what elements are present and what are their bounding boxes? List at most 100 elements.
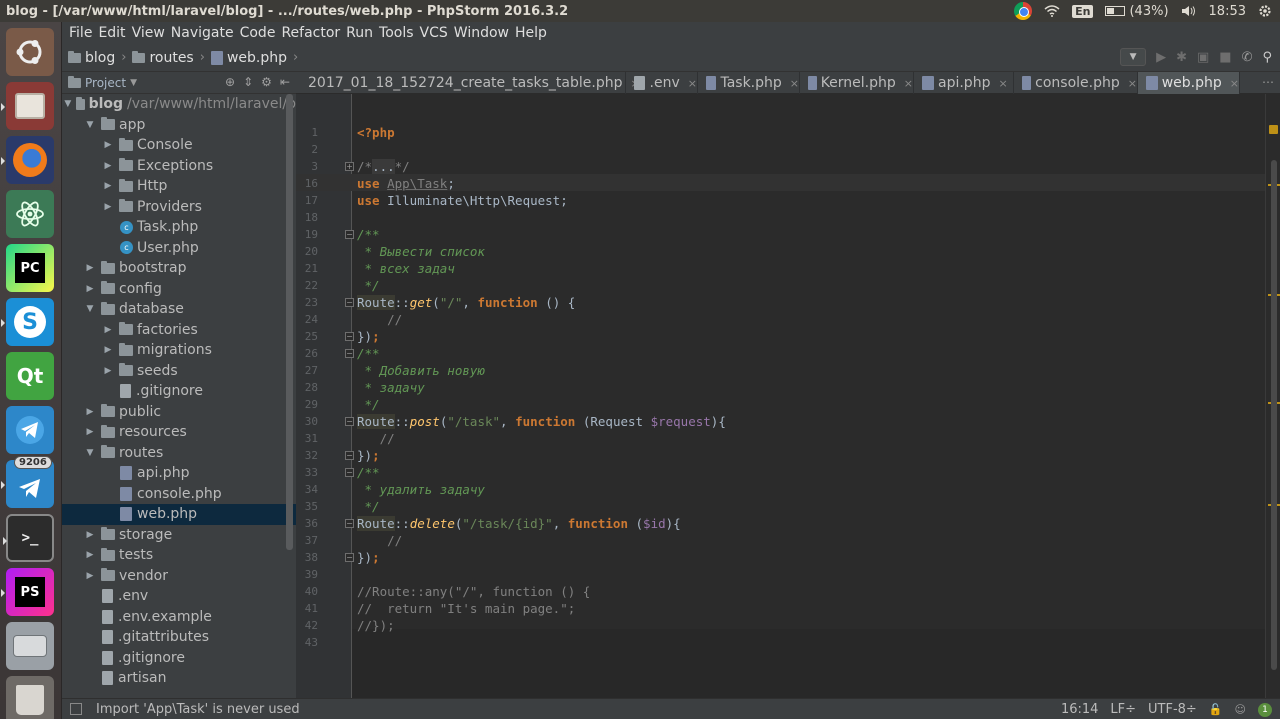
status-message[interactable]: Import 'App\Task' is never used — [96, 702, 300, 717]
fold-collapse-icon[interactable]: − — [345, 298, 354, 307]
launcher-firefox[interactable] — [1, 136, 54, 184]
run-icon[interactable]: ▶ — [1156, 50, 1166, 65]
project-scrollbar[interactable] — [286, 94, 293, 550]
collapsed-arrow-icon[interactable]: ▶ — [84, 427, 96, 437]
code-line[interactable]: Route::get("/", function () { — [357, 294, 575, 311]
menu-refactor[interactable]: Refactor — [278, 25, 343, 41]
editor-empty-area[interactable] — [352, 629, 1265, 698]
tree-item[interactable]: ▶ factories — [62, 320, 296, 341]
collapsed-arrow-icon[interactable]: ▶ — [102, 181, 114, 191]
keyboard-layout-indicator[interactable]: En — [1072, 4, 1094, 18]
menu-window[interactable]: Window — [451, 25, 512, 41]
fold-collapse-icon[interactable]: − — [345, 417, 354, 426]
battery-indicator[interactable]: (43%) — [1105, 4, 1169, 19]
code-line[interactable]: /*...*/ — [357, 158, 410, 175]
tree-item[interactable]: ▼ blog/var/www/html/laravel/b — [62, 94, 296, 115]
collapsed-arrow-icon[interactable]: ▶ — [102, 161, 114, 171]
tree-item[interactable]: ▶ seeds — [62, 361, 296, 382]
launcher-ubuntu-dash[interactable] — [6, 28, 54, 76]
warning-status-icon[interactable] — [1269, 125, 1278, 134]
launcher-phpstorm[interactable]: PS — [1, 568, 54, 616]
encoding-selector[interactable]: UTF-8÷ — [1148, 702, 1197, 717]
tree-item[interactable]: c Task.php — [62, 217, 296, 238]
code-line[interactable]: Route::delete("/task/{id}", function ($i… — [357, 515, 681, 532]
editor-tab[interactable]: console.php × — [1014, 72, 1138, 94]
code-line[interactable]: Route::post("/task", function (Request $… — [357, 413, 726, 430]
hector-icon[interactable]: ☺ — [1235, 703, 1246, 716]
code-line[interactable]: }); — [357, 549, 380, 566]
clock[interactable]: 18:53 — [1209, 4, 1246, 19]
menu-run[interactable]: Run — [343, 25, 376, 41]
code-line[interactable]: //Route::any("/", function () { — [357, 583, 590, 600]
expanded-arrow-icon[interactable]: ▼ — [84, 304, 96, 314]
project-view-selector[interactable]: Project — [85, 76, 126, 90]
editor-tab[interactable]: api.php × — [914, 72, 1014, 94]
code-line[interactable]: <?php — [357, 124, 395, 141]
launcher-telegram[interactable] — [6, 406, 54, 454]
phone-icon[interactable]: ✆ — [1242, 50, 1253, 65]
lock-icon[interactable]: 🔓 — [1209, 703, 1223, 716]
close-tab-icon[interactable]: × — [688, 77, 697, 90]
launcher-terminal[interactable]: >_ — [3, 514, 54, 562]
expanded-arrow-icon[interactable]: ▼ — [64, 99, 71, 109]
power-gear-icon[interactable] — [1258, 4, 1272, 18]
hide-panel-icon[interactable]: ⇤ — [280, 75, 290, 89]
tree-item[interactable]: ▼ app — [62, 115, 296, 136]
wifi-icon[interactable] — [1044, 5, 1060, 17]
code-line[interactable]: */ — [357, 498, 380, 515]
code-line[interactable]: /** — [357, 464, 380, 481]
tree-item[interactable]: ▼ routes — [62, 443, 296, 464]
tree-item[interactable]: console.php — [62, 484, 296, 505]
launcher-qt-creator[interactable]: Qt — [6, 352, 54, 400]
menu-vcs[interactable]: VCS — [417, 25, 451, 41]
editor-tab[interactable]: .env × — [626, 72, 698, 94]
launcher-skype[interactable]: S — [1, 298, 54, 346]
menu-view[interactable]: View — [129, 25, 168, 41]
code-line[interactable]: use Illuminate\Http\Request; — [357, 192, 568, 209]
code-line[interactable]: /** — [357, 226, 380, 243]
stop-icon[interactable]: ■ — [1219, 50, 1231, 65]
launcher-files[interactable] — [1, 82, 54, 130]
editor-tab[interactable]: web.php × — [1138, 72, 1240, 94]
collapsed-arrow-icon[interactable]: ▶ — [102, 140, 114, 150]
fold-collapse-icon[interactable]: − — [345, 332, 354, 341]
code-line[interactable]: */ — [357, 396, 380, 413]
close-tab-icon[interactable]: × — [904, 77, 913, 90]
collapsed-arrow-icon[interactable]: ▶ — [84, 571, 96, 581]
tree-item[interactable]: artisan — [62, 668, 296, 689]
caret-position[interactable]: 16:14 — [1061, 702, 1098, 717]
tree-item[interactable]: .gitattributes — [62, 627, 296, 648]
tab-list-more-icon[interactable]: ⋯ — [1262, 75, 1274, 89]
menu-tools[interactable]: Tools — [376, 25, 417, 41]
code-line[interactable]: * задачу — [357, 379, 425, 396]
tree-item[interactable]: ▶ vendor — [62, 566, 296, 587]
code-line[interactable]: }); — [357, 328, 380, 345]
line-separator-selector[interactable]: LF÷ — [1110, 702, 1136, 717]
collapsed-arrow-icon[interactable]: ▶ — [84, 263, 96, 273]
collapsed-arrow-icon[interactable]: ▶ — [84, 284, 96, 294]
menu-help[interactable]: Help — [512, 25, 550, 41]
close-tab-icon[interactable]: × — [1128, 77, 1137, 90]
code-line[interactable]: */ — [357, 277, 380, 294]
collapse-all-icon[interactable]: ⇕ — [243, 75, 253, 89]
fold-collapse-icon[interactable]: − — [345, 451, 354, 460]
event-log-badge[interactable]: 1 — [1258, 702, 1272, 717]
fold-collapse-icon[interactable]: − — [345, 468, 354, 477]
code-line[interactable]: use App\Task; — [357, 175, 455, 192]
tool-windows-toggle-icon[interactable] — [70, 703, 82, 715]
code-line[interactable]: //}); — [357, 617, 395, 634]
tree-item[interactable]: .env.example — [62, 607, 296, 628]
fold-collapse-icon[interactable]: − — [345, 349, 354, 358]
breadcrumb-web-php[interactable]: web.php — [210, 50, 287, 66]
launcher-atom[interactable] — [6, 190, 54, 238]
chrome-notification-icon[interactable] — [1014, 2, 1033, 20]
code-line[interactable]: // return "It's main page."; — [357, 600, 575, 617]
tree-item[interactable]: ▶ migrations — [62, 340, 296, 361]
debug-icon[interactable]: ✱ — [1176, 50, 1187, 65]
close-tab-icon[interactable]: × — [790, 77, 799, 90]
coverage-icon[interactable]: ▣ — [1197, 50, 1209, 65]
code-line[interactable]: // — [357, 532, 402, 549]
editor-scrollbar[interactable] — [1271, 160, 1277, 670]
code-line[interactable]: * Добавить новую — [357, 362, 485, 379]
editor-tab[interactable]: 2017_01_18_152724_create_tasks_table.php… — [296, 72, 640, 94]
